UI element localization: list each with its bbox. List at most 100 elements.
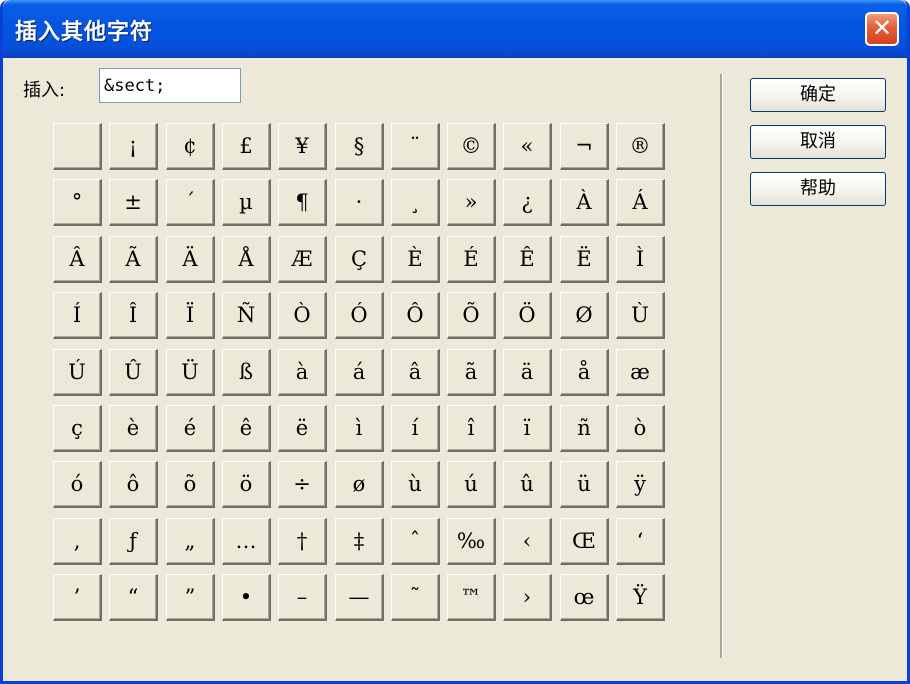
character-cell[interactable]: ¨ [391, 123, 440, 170]
character-cell[interactable]: › [503, 574, 552, 621]
character-cell[interactable]: ø [335, 461, 384, 508]
character-cell[interactable]: · [335, 179, 384, 226]
close-icon[interactable]: ✕ [865, 12, 899, 46]
character-cell[interactable]: È [391, 236, 440, 283]
character-cell[interactable]: ÿ [616, 461, 665, 508]
character-cell[interactable]: Ñ [222, 292, 271, 339]
character-cell[interactable]: Ê [503, 236, 552, 283]
character-cell[interactable]: î [447, 405, 496, 452]
insert-input[interactable] [99, 68, 241, 103]
character-cell[interactable]: ¢ [166, 123, 215, 170]
character-cell[interactable]: ¿ [503, 179, 552, 226]
character-cell[interactable]: í [391, 405, 440, 452]
character-cell[interactable]: ´ [166, 179, 215, 226]
character-cell[interactable]: ™ [447, 574, 496, 621]
ok-button[interactable]: 确定 [750, 78, 886, 112]
character-cell[interactable]: — [335, 574, 384, 621]
character-cell[interactable]: ú [447, 461, 496, 508]
character-cell[interactable]: ñ [560, 405, 609, 452]
character-cell[interactable]: Ç [335, 236, 384, 283]
character-cell[interactable]: Ù [616, 292, 665, 339]
character-cell[interactable]: Ø [560, 292, 609, 339]
character-cell[interactable]: Ã [109, 236, 158, 283]
character-cell[interactable]: å [560, 349, 609, 396]
character-cell[interactable]: É [447, 236, 496, 283]
character-cell[interactable]: ¬ [560, 123, 609, 170]
character-cell[interactable]: ƒ [109, 518, 158, 565]
character-cell[interactable]: ß [222, 349, 271, 396]
character-cell[interactable]: Æ [278, 236, 327, 283]
character-cell[interactable]: – [278, 574, 327, 621]
character-cell[interactable]: Ö [503, 292, 552, 339]
character-cell[interactable]: ® [616, 123, 665, 170]
character-cell[interactable]: ì [335, 405, 384, 452]
character-cell[interactable]: Å [222, 236, 271, 283]
character-cell[interactable]: õ [166, 461, 215, 508]
character-cell[interactable]: Á [616, 179, 665, 226]
character-cell[interactable]: Ÿ [616, 574, 665, 621]
character-cell[interactable]: ‡ [335, 518, 384, 565]
character-cell[interactable]: Ì [616, 236, 665, 283]
character-cell[interactable]: Ï [166, 292, 215, 339]
character-cell[interactable]: ˆ [391, 518, 440, 565]
character-cell[interactable]: â [391, 349, 440, 396]
character-cell[interactable]: ó [53, 461, 102, 508]
character-cell[interactable]: ë [278, 405, 327, 452]
character-cell[interactable]: „ [166, 518, 215, 565]
help-button[interactable]: 帮助 [750, 172, 886, 206]
cancel-button[interactable]: 取消 [750, 125, 886, 159]
title-bar[interactable]: 插入其他字符 ✕ [3, 0, 907, 58]
character-cell[interactable]: ê [222, 405, 271, 452]
character-cell[interactable]: ” [166, 574, 215, 621]
character-cell[interactable]: ù [391, 461, 440, 508]
character-cell[interactable]: è [109, 405, 158, 452]
character-cell[interactable]: ï [503, 405, 552, 452]
character-cell[interactable]: ô [109, 461, 158, 508]
character-cell[interactable]: ˜ [391, 574, 440, 621]
character-cell[interactable]: ç [53, 405, 102, 452]
character-cell[interactable]: ö [222, 461, 271, 508]
character-cell[interactable]: ° [53, 179, 102, 226]
character-cell[interactable]: Ú [53, 349, 102, 396]
character-cell[interactable]: Í [53, 292, 102, 339]
character-cell[interactable]: Ó [335, 292, 384, 339]
character-cell[interactable]: « [503, 123, 552, 170]
character-cell[interactable]: ‹ [503, 518, 552, 565]
character-cell[interactable]: © [447, 123, 496, 170]
character-cell[interactable] [53, 123, 102, 170]
character-cell[interactable]: ÷ [278, 461, 327, 508]
character-cell[interactable]: æ [616, 349, 665, 396]
character-cell[interactable]: Ë [560, 236, 609, 283]
character-cell[interactable]: À [560, 179, 609, 226]
character-cell[interactable]: ä [503, 349, 552, 396]
character-cell[interactable]: Î [109, 292, 158, 339]
character-cell[interactable]: ‚ [53, 518, 102, 565]
character-cell[interactable]: á [335, 349, 384, 396]
character-cell[interactable]: ‰ [447, 518, 496, 565]
character-cell[interactable]: ã [447, 349, 496, 396]
character-cell[interactable]: Â [53, 236, 102, 283]
character-cell[interactable]: § [335, 123, 384, 170]
character-cell[interactable]: ‘ [616, 518, 665, 565]
character-cell[interactable]: » [447, 179, 496, 226]
character-cell[interactable]: à [278, 349, 327, 396]
character-cell[interactable]: œ [560, 574, 609, 621]
character-cell[interactable]: Õ [447, 292, 496, 339]
character-cell[interactable]: Ü [166, 349, 215, 396]
character-cell[interactable]: ò [616, 405, 665, 452]
character-cell[interactable]: ¶ [278, 179, 327, 226]
character-cell[interactable]: † [278, 518, 327, 565]
character-cell[interactable]: … [222, 518, 271, 565]
character-cell[interactable]: ¸ [391, 179, 440, 226]
character-cell[interactable]: “ [109, 574, 158, 621]
character-cell[interactable]: ± [109, 179, 158, 226]
character-cell[interactable]: Œ [560, 518, 609, 565]
character-cell[interactable]: £ [222, 123, 271, 170]
character-cell[interactable]: Û [109, 349, 158, 396]
character-cell[interactable]: Ò [278, 292, 327, 339]
character-cell[interactable]: • [222, 574, 271, 621]
character-cell[interactable]: ¥ [278, 123, 327, 170]
character-cell[interactable]: ’ [53, 574, 102, 621]
character-cell[interactable]: ¡ [109, 123, 158, 170]
character-cell[interactable]: û [503, 461, 552, 508]
